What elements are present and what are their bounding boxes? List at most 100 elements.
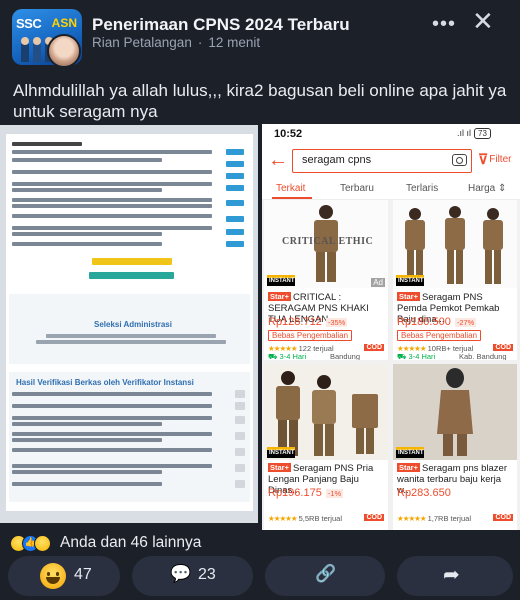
doc-yellow-button xyxy=(92,258,172,265)
doc-line xyxy=(12,242,162,246)
product-image: CRITICAL ETHIC Ad xyxy=(264,200,388,288)
product-price-text: Rp196.175 xyxy=(268,487,322,499)
sad-reaction-icon xyxy=(34,535,51,552)
instant-badge xyxy=(396,275,424,286)
product-rating: ★★★★★ 5,5RB terjual xyxy=(268,514,342,523)
cod-badge: COD xyxy=(364,344,384,351)
product-location: Kab. Bandung xyxy=(459,352,507,360)
link-icon: 🔗 xyxy=(315,564,337,583)
star-plus-badge: Star+ xyxy=(397,292,420,301)
more-options-icon[interactable]: ••• xyxy=(432,13,456,36)
doc-line xyxy=(12,226,212,230)
doc-line xyxy=(12,392,212,396)
product-price: Rp283.650 xyxy=(397,487,451,499)
doc-line xyxy=(12,404,212,408)
sold-count: 5,5RB terjual xyxy=(298,514,342,523)
sold-count: 1,7RB terjual xyxy=(427,514,471,523)
product-price-text: Rp128.712 xyxy=(268,316,322,328)
share-icon: ➦ xyxy=(443,564,460,586)
product-figure xyxy=(393,364,517,460)
product-price: Rp128.712 -35% xyxy=(268,316,348,328)
rating-stars: ★★★★★ xyxy=(397,514,427,523)
truck-icon: ⛟ xyxy=(397,352,407,360)
doc-lihat-button xyxy=(226,241,244,247)
post-header: SSC ASN Penerimaan CPNS 2024 Terbaru Ria… xyxy=(0,0,520,68)
back-arrow-icon: ← xyxy=(268,149,288,171)
doc-line xyxy=(12,448,212,452)
document-card: Seleksi Administrasi Hasil Verifikasi Be… xyxy=(6,134,253,511)
doc-line xyxy=(46,334,216,338)
doc-check xyxy=(235,480,245,488)
doc-line xyxy=(36,340,226,344)
doc-lihat-button xyxy=(226,185,244,191)
attached-image-shop[interactable]: 10:52 .ıl ıl 73 ← seragam cpns ⊽Filter Te… xyxy=(262,124,520,530)
group-avatar-left-text: SSC xyxy=(16,16,42,31)
doc-green-button xyxy=(89,272,174,279)
shop-search-value: seragam cpns xyxy=(302,154,372,166)
doc-check xyxy=(235,448,245,456)
group-avatar-right-text: ASN xyxy=(51,16,77,30)
shipping-text: 3-4 Hari xyxy=(408,352,436,360)
doc-lihat-button xyxy=(226,161,244,167)
instant-badge xyxy=(267,447,295,458)
doc-line xyxy=(12,142,82,146)
comment-button[interactable]: 💬 23 xyxy=(132,556,253,596)
active-tab-indicator xyxy=(272,197,312,199)
product-location: Bandung xyxy=(330,352,361,360)
react-count: 47 xyxy=(74,566,92,583)
doc-check xyxy=(235,432,245,440)
doc-line xyxy=(12,182,212,186)
copy-link-button[interactable]: 🔗 xyxy=(265,556,385,596)
ad-label: Ad xyxy=(371,278,385,287)
doc-check xyxy=(235,390,245,398)
group-name-link[interactable]: Penerimaan CPNS 2024 Terbaru xyxy=(92,15,350,35)
battery-icon: 73 xyxy=(474,128,491,139)
doc-line xyxy=(12,198,212,202)
product-price: Rp180.500 -27% xyxy=(397,316,477,328)
shipping-text: 3-4 Hari xyxy=(279,352,307,360)
product-image xyxy=(264,364,388,460)
haha-face-icon xyxy=(40,563,66,589)
doc-line xyxy=(12,158,162,162)
tab-harga-label: Harga xyxy=(468,183,496,194)
product-card: Star+Seragam PNS Pemda Pemkot Pemkab Baj… xyxy=(393,200,517,360)
discount-badge: -1% xyxy=(325,489,344,498)
product-rating: ★★★★★ 1,7RB terjual xyxy=(397,514,471,523)
doc-check xyxy=(235,402,245,410)
doc-heading-verifikasi: Hasil Verifikasi Berkas oleh Verifikator… xyxy=(16,378,194,387)
doc-line xyxy=(12,214,212,218)
star-plus-badge: Star+ xyxy=(268,463,291,472)
doc-lihat-button xyxy=(226,216,244,222)
post-time[interactable]: 12 menit xyxy=(208,35,260,50)
doc-lihat-button xyxy=(226,149,244,155)
signal-icon: .ıl ıl xyxy=(457,128,472,138)
product-image xyxy=(393,200,517,288)
attached-image-document[interactable]: Seleksi Administrasi Hasil Verifikasi Be… xyxy=(0,125,258,523)
reaction-summary-text: Anda dan 46 lainnya xyxy=(60,534,202,551)
product-price-text: Rp180.500 xyxy=(397,316,451,328)
doc-line xyxy=(12,482,162,486)
share-button[interactable]: ➦ xyxy=(397,556,513,596)
doc-line xyxy=(12,150,212,154)
react-button[interactable]: 47 xyxy=(8,556,120,596)
shipping-time: ⛟ 3-4 Hari xyxy=(268,352,306,360)
doc-line xyxy=(12,438,162,442)
close-icon[interactable]: ✕ xyxy=(472,8,494,34)
doc-heading-seleksi: Seleksi Administrasi xyxy=(94,320,172,329)
star-plus-badge: Star+ xyxy=(268,292,291,301)
cod-badge: COD xyxy=(493,514,513,521)
shop-tabs: Terkait Terbaru Terlaris Harga ⇕ xyxy=(262,180,520,200)
product-watermark: CRITICAL ETHIC xyxy=(282,236,374,247)
truck-icon: ⛟ xyxy=(268,352,278,360)
discount-badge: -27% xyxy=(454,318,477,327)
doc-line xyxy=(12,416,212,420)
free-return-chip: Bebas Pengembalian xyxy=(397,330,482,341)
filter-icon: ⊽ xyxy=(478,151,489,167)
instant-badge xyxy=(267,275,295,286)
sort-arrows-icon: ⇕ xyxy=(498,183,507,194)
author-avatar[interactable] xyxy=(47,34,81,68)
doc-line xyxy=(12,464,212,468)
author-name-link[interactable]: Rian Petalangan xyxy=(92,35,192,50)
doc-lihat-button xyxy=(226,229,244,235)
doc-line xyxy=(12,422,162,426)
